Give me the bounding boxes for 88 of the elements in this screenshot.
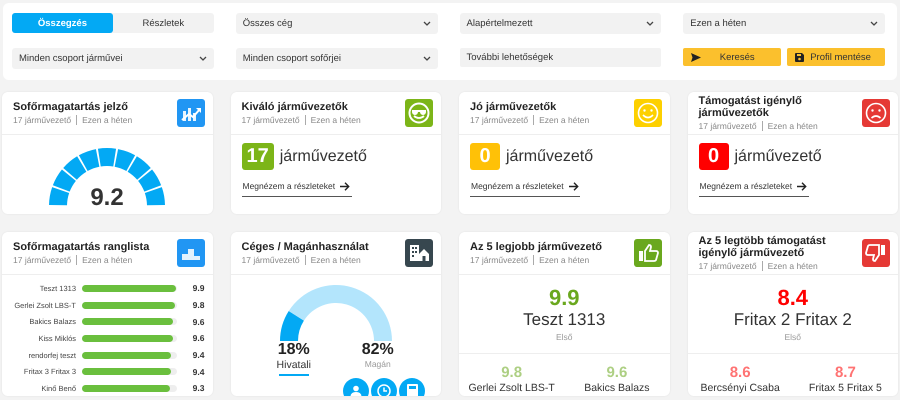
score-value: 9.8: [501, 364, 522, 382]
score-value: 9.9: [548, 286, 580, 310]
card-title: Támogatást igénylő járművezetők: [698, 95, 803, 119]
period-label: Ezen a héten: [533, 115, 590, 125]
details-link[interactable]: Megnézem a részleteket: [242, 181, 352, 197]
score-value: 9.8: [192, 300, 204, 310]
driver-name: Fritax 5 Fritax 5: [808, 382, 882, 394]
chart-icon: [176, 99, 204, 127]
score-value: 8.6: [730, 364, 751, 382]
driver-name: Teszt 1313: [523, 310, 606, 330]
driver-name: Fritax 2 Fritax 2: [734, 310, 852, 330]
score-value: 9.9: [192, 283, 204, 294]
driver-count: 17 járművezető: [242, 255, 300, 265]
driver-count: 17 járművezető: [13, 255, 72, 265]
score-value: 9.4: [192, 350, 204, 360]
chevron-down-icon: [870, 21, 878, 26]
save-icon: [795, 52, 804, 62]
driver-count: 17 járművezető: [13, 115, 72, 125]
tab[interactable]: Részletek: [112, 13, 214, 33]
period-label: Ezen a héten: [762, 121, 818, 131]
count-badge: 0: [698, 143, 728, 170]
score-value: 9.3: [192, 383, 204, 394]
user-icon: [350, 385, 362, 396]
usage-tab[interactable]: Hivatali: [278, 359, 309, 376]
calculator-icon: [406, 384, 418, 396]
period-label: Ezen a héten: [76, 115, 132, 125]
search-button[interactable]: Keresés: [683, 48, 782, 66]
details-link[interactable]: Megnézem a részleteket: [698, 181, 808, 197]
arrow-right-icon: [568, 182, 579, 190]
dropdown[interactable]: Minden csoport sofőrjei: [236, 48, 438, 69]
clock-icon: [377, 384, 391, 396]
card-title: Sofőrmagatartás jelző: [13, 101, 129, 113]
buildings-icon: [405, 239, 433, 267]
driver-count: 17 járművezető: [698, 261, 757, 271]
card-title: Az 5 legtöbb támogatást igénylő járművezető: [698, 235, 827, 259]
podium-icon: [176, 239, 204, 267]
period-label: Ezen a héten: [533, 255, 590, 265]
send-icon: [691, 52, 702, 62]
arrow-right-icon: [797, 182, 808, 190]
driver-count: 17 járművezető: [470, 255, 528, 265]
period-label: Ezen a héten: [304, 255, 361, 265]
count-unit: járművezető: [280, 148, 367, 166]
score-value: 8.7: [834, 364, 856, 382]
score-value: 8.4: [777, 286, 808, 310]
period-label: Ezen a héten: [762, 261, 818, 271]
period-label: Ezen a héten: [76, 255, 132, 265]
rank-label: Első: [556, 332, 573, 342]
score-value: 9.6: [192, 333, 204, 344]
chevron-down-icon: [422, 56, 430, 61]
driver-name: Bercsényi Csaba: [700, 382, 780, 394]
details-link[interactable]: Megnézem a részleteket: [470, 181, 580, 197]
driver-count: 17 járművezető: [698, 121, 757, 131]
sad-face-icon: [862, 99, 890, 127]
dropdown[interactable]: Ezen a héten: [683, 13, 885, 34]
smiley-icon: [634, 99, 662, 127]
score-value: 9.4: [192, 366, 204, 377]
dropdown[interactable]: Alapértelmezett: [460, 13, 662, 34]
usage-percent: 82%: [362, 341, 394, 359]
driver-count: 17 járművezető: [242, 115, 300, 125]
rank-label: Első: [784, 332, 802, 342]
smiley-sunglasses-icon: [405, 99, 433, 127]
count-unit: járművezető: [506, 148, 594, 166]
usage-percent: 18%: [278, 341, 310, 359]
count-unit: járművezető: [734, 148, 822, 166]
thumbs-down-icon: [862, 239, 890, 267]
count-badge: 0: [470, 143, 500, 170]
arrow-right-icon: [340, 182, 350, 190]
card-title: Kiváló járművezetők: [242, 101, 349, 113]
chevron-down-icon: [422, 21, 430, 26]
card-title: Céges / Magánhasználat: [242, 241, 370, 253]
dropdown[interactable]: Minden csoport járművei: [12, 48, 214, 69]
dropdown[interactable]: Összes cég: [236, 13, 438, 34]
chevron-down-icon: [646, 21, 654, 26]
thumbs-up-icon: [634, 239, 662, 267]
save-button[interactable]: Profil mentése: [787, 48, 885, 66]
driver-name: Gerlei Zsolt LBS-T: [468, 382, 555, 394]
card-title: Az 5 legjobb járművezető: [470, 241, 604, 253]
count-badge: 17: [242, 143, 274, 170]
score-value: 9.6: [606, 364, 628, 382]
more-options-field[interactable]: További lehetőségek: [460, 48, 662, 67]
score-value: 9.2: [90, 184, 124, 211]
score-value: 9.6: [192, 316, 204, 327]
driver-count: 17 járművezető: [470, 115, 528, 125]
period-label: Ezen a héten: [304, 115, 361, 125]
chevron-down-icon: [198, 56, 207, 61]
driver-name: Bakics Balazs: [584, 382, 650, 394]
card-title: Sofőrmagatartás ranglista: [13, 241, 150, 253]
card-title: Jó járművezetők: [470, 101, 558, 113]
